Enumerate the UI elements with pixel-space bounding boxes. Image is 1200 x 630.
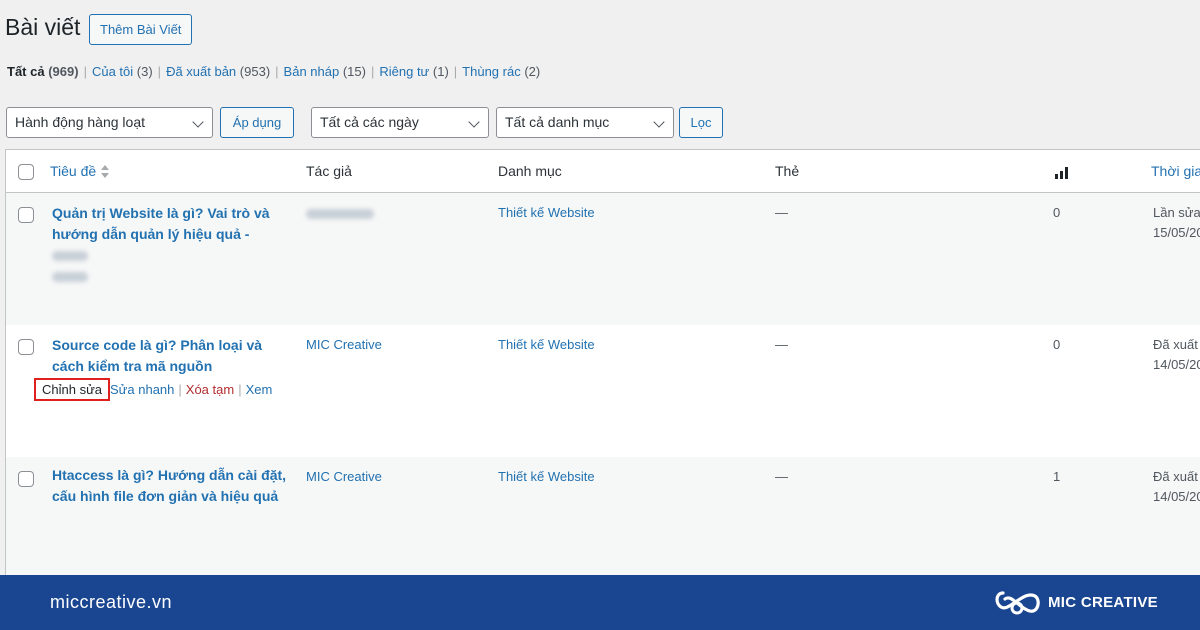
posts-table: Tiêu đề Tác giả Danh mục Thẻ Thời gian Q… [5,149,1200,589]
row-actions: Chỉnh sửa Sửa nhanh | Xóa tạm | Xem [34,378,273,401]
filter-drafts[interactable]: Bản nháp (15) [284,64,366,79]
post-date-status: Đã xuất [1153,469,1198,484]
post-date-value: 14/05/20 [1153,357,1200,372]
category-filter-select[interactable]: Tất cả danh mục [496,107,674,138]
filter-mine[interactable]: Của tôi (3) [92,64,153,79]
post-date-status: Đã xuất [1153,337,1198,352]
row-checkbox[interactable] [18,339,34,355]
trash-link[interactable]: Xóa tạm [186,382,234,397]
post-tags: — [775,337,788,352]
post-tags: — [775,469,788,484]
post-date-value: 15/05/20 [1153,225,1200,240]
column-category-header: Danh mục [498,163,562,179]
post-title-line: cách kiểm tra mã nguồn [52,358,213,374]
post-title-line: Htaccess là gì? Hướng dẫn cài đặt, [52,467,287,483]
column-date-header[interactable]: Thời gian [1151,163,1200,179]
blurred-text [52,272,88,283]
post-author[interactable]: MIC Creative [306,335,382,355]
filter-private[interactable]: Riêng tư (1) [379,64,448,79]
separator: | [275,64,279,79]
page-title: Bài viết [5,14,81,40]
post-date: Đã xuất 14/05/20 [1153,335,1200,375]
chevron-down-icon [468,116,480,128]
post-author[interactable] [306,203,374,223]
sort-icon [101,165,110,179]
post-comments-count[interactable]: 1 [1053,467,1060,487]
footer-brand-name: MIC CREATIVE [1048,594,1158,611]
post-comments-count[interactable]: 0 [1053,203,1060,223]
post-author[interactable]: MIC Creative [306,467,382,487]
post-date-value: 14/05/20 [1153,489,1200,504]
table-row: Quản trị Website là gì? Vai trò và hướng… [6,193,1200,325]
apply-button[interactable]: Áp dụng [220,107,294,138]
mic-creative-logo-icon [995,591,1040,615]
post-date-status: Lần sửa [1153,205,1200,220]
separator: | [83,64,87,79]
table-header: Tiêu đề Tác giả Danh mục Thẻ Thời gian [6,150,1200,193]
status-filter-nav: Tất cả (969) | Của tôi (3) | Đã xuất bản (95… [7,64,540,79]
brand-footer: miccreative.vn MIC CREATIVE [0,575,1200,630]
edit-link[interactable]: Chỉnh sửa [34,378,111,401]
select-all-checkbox[interactable] [18,164,34,180]
blurred-text [306,208,374,219]
chevron-down-icon [653,116,665,128]
separator: | [370,64,375,79]
filter-button[interactable]: Lọc [679,107,723,138]
table-row: Source code là gì? Phân loại và cách kiể… [6,325,1200,457]
separator: | [157,64,162,79]
post-comments-count[interactable]: 0 [1053,335,1060,355]
separator: | [238,382,242,397]
post-title-link[interactable]: Source code là gì? Phân loại và cách kiể… [52,335,282,377]
comments-bar-chart-icon[interactable] [1055,167,1069,179]
row-checkbox[interactable] [18,207,34,223]
post-title-line: Source code là gì? Phân loại và [52,337,263,353]
quick-edit-link[interactable]: Sửa nhanh [110,382,174,397]
view-link[interactable]: Xem [246,382,273,397]
date-filter-value: Tất cả các ngày [320,114,419,130]
post-date: Đã xuất 14/05/20 [1153,467,1200,507]
add-new-post-button[interactable]: Thêm Bài Viết [89,14,193,45]
column-tags-header: Thẻ [775,163,800,179]
post-title-line: Quản trị Website là gì? Vai trò và [52,205,270,221]
post-category[interactable]: Thiết kế Website [498,467,595,487]
chevron-down-icon [192,116,204,128]
blurred-text [52,251,88,262]
post-category[interactable]: Thiết kế Website [498,335,595,355]
bulk-action-select[interactable]: Hành động hàng loạt [6,107,213,138]
post-category[interactable]: Thiết kế Website [498,203,595,223]
post-title-line: cấu hình file đơn giản và hiệu quả [52,488,279,504]
separator: | [453,64,458,79]
footer-site-url: miccreative.vn [50,592,173,612]
column-author-header: Tác giả [306,163,352,179]
table-row: Htaccess là gì? Hướng dẫn cài đặt, cấu h… [6,457,1200,589]
post-title-link[interactable]: Htaccess là gì? Hướng dẫn cài đặt, cấu h… [52,465,292,507]
post-title-link[interactable]: Quản trị Website là gì? Vai trò và hướng… [52,203,282,287]
post-tags: — [775,205,788,220]
date-filter-select[interactable]: Tất cả các ngày [311,107,489,138]
category-filter-value: Tất cả danh mục [505,114,610,130]
filter-trash[interactable]: Thùng rác (2) [462,64,540,79]
bulk-action-value: Hành động hàng loạt [15,114,145,130]
post-date: Lần sửa 15/05/20 [1153,203,1200,243]
column-title-label: Tiêu đề [50,163,97,179]
row-checkbox[interactable] [18,471,34,487]
post-title-line: hướng dẫn quản lý hiệu quả - [52,226,250,242]
column-title-header[interactable]: Tiêu đề [50,163,110,179]
filter-published[interactable]: Đã xuất bản (953) [166,64,270,79]
separator: | [178,382,182,397]
filter-all[interactable]: Tất cả (969) [7,64,79,79]
